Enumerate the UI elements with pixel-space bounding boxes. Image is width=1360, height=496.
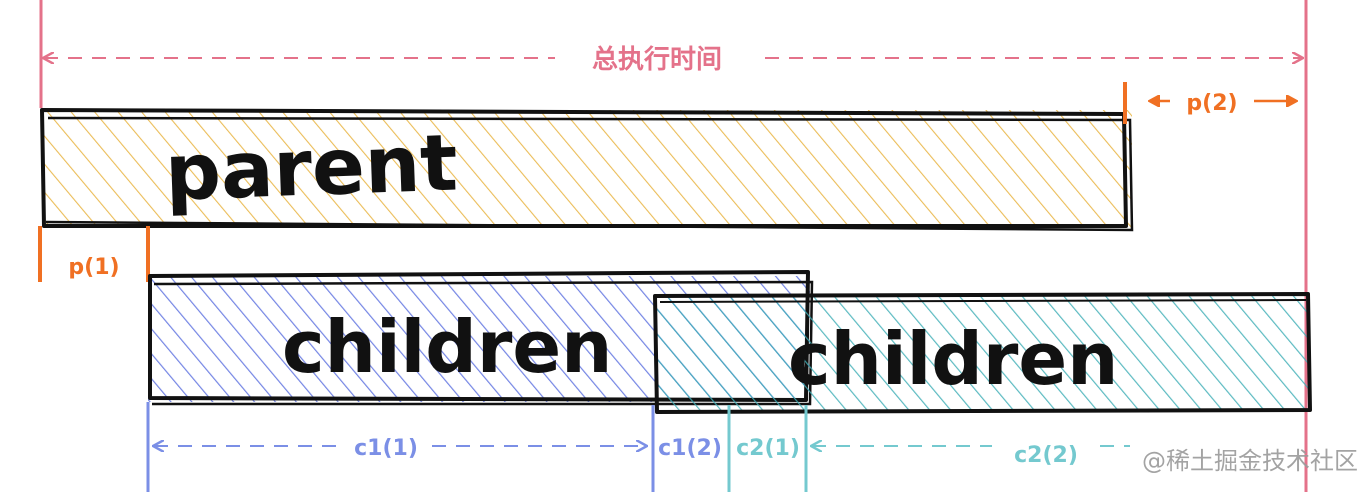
total-time-label: 总执行时间	[592, 44, 722, 75]
c1-2-label: c1(2)	[658, 436, 722, 461]
watermark: @稀土掘金技术社区	[1142, 447, 1358, 475]
p1-label: p(1)	[68, 255, 119, 280]
p2-label: p(2)	[1186, 91, 1237, 116]
child2-label: children	[788, 317, 1118, 401]
c2-1-label: c2(1)	[736, 436, 800, 461]
child2-bar: children	[653, 292, 1312, 414]
child1-label: children	[282, 305, 612, 389]
timing-diagram: 总执行时间 parent p(2) p(1) children children…	[0, 0, 1360, 496]
parent-bar: parent	[40, 108, 1134, 232]
c2-2-label: c2(2)	[1014, 443, 1078, 468]
diagram-canvas: 总执行时间 parent p(2) p(1) children children…	[38, 0, 1358, 492]
parent-label: parent	[163, 119, 459, 219]
c1-1-label: c1(1)	[354, 436, 418, 461]
